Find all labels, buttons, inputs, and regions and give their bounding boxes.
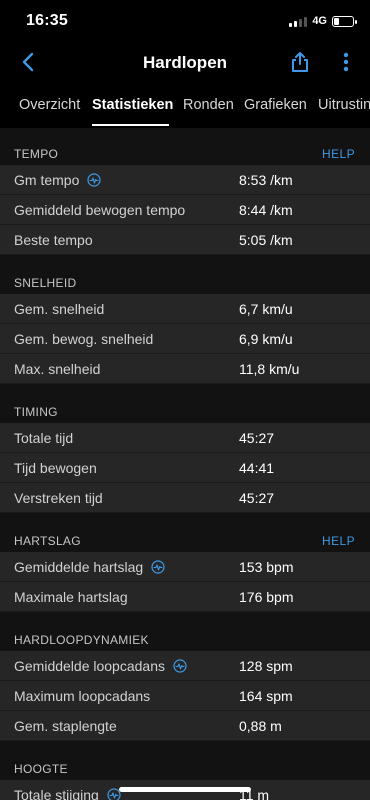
page-title: Hardlopen xyxy=(142,53,228,72)
stat-label: Maximale hartslag xyxy=(14,589,128,605)
stat-label: Max. snelheid xyxy=(14,361,101,377)
stat-row: Maximum loopcadans 164 spm xyxy=(0,681,370,711)
stat-label: Gemiddeld bewogen tempo xyxy=(14,202,186,218)
stat-label: Gm tempo xyxy=(14,172,80,188)
stat-label: Gemiddelde hartslag xyxy=(14,559,144,575)
status-indicators: 4G xyxy=(289,15,357,27)
stat-value: 0,88 m xyxy=(239,718,282,734)
stat-label: Verstreken tijd xyxy=(14,490,103,506)
stat-value: 5:05 /km xyxy=(239,232,293,248)
stat-label-wrap: Totale stijging xyxy=(14,787,121,800)
share-icon xyxy=(292,52,308,72)
stat-value: 128 spm xyxy=(239,658,293,674)
status-time: 16:35 xyxy=(26,12,68,29)
stat-label-wrap: Max. snelheid xyxy=(14,361,100,377)
stat-label-wrap: Gem. staplengte xyxy=(14,718,117,734)
nav-bar: Hardlopen xyxy=(0,44,370,84)
section-header: HARTSLAG HELP xyxy=(0,515,370,552)
tab-grafieken[interactable]: Grafieken xyxy=(244,97,307,113)
stat-value: 45:27 xyxy=(239,430,275,446)
stat-row: Gem. snelheid 6,7 km/u xyxy=(0,294,370,324)
section-title: HARDLOOPDYNAMIEK xyxy=(14,633,149,647)
stat-value: 153 bpm xyxy=(239,559,294,575)
section-title: TIMING xyxy=(14,405,58,419)
stat-row: Max. snelheid 11,8 km/u xyxy=(0,354,370,384)
stat-value: 164 spm xyxy=(239,688,293,704)
tab-bar: Overzicht Statistieken Ronden Grafieken … xyxy=(0,86,370,128)
stat-label-wrap: Beste tempo xyxy=(14,232,93,248)
stat-label-wrap: Maximale hartslag xyxy=(14,589,128,605)
stat-value: 11,8 km/u xyxy=(239,361,300,377)
active-tab-indicator xyxy=(92,124,169,126)
stat-value: 8:53 /km xyxy=(239,172,293,188)
stat-row: Gemiddelde loopcadans 128 spm xyxy=(0,651,370,681)
stat-row: Gm tempo 8:53 /km xyxy=(0,165,370,195)
section-title: SNELHEID xyxy=(14,276,77,290)
more-vertical-icon xyxy=(343,52,349,72)
tab-overzicht[interactable]: Overzicht xyxy=(19,97,80,113)
share-button[interactable] xyxy=(288,50,312,74)
stat-label-wrap: Maximum loopcadans xyxy=(14,688,150,704)
section-header: TEMPO HELP xyxy=(0,128,370,165)
help-link[interactable]: HELP xyxy=(322,534,355,548)
network-type: 4G xyxy=(312,15,327,27)
tab-ronden[interactable]: Ronden xyxy=(183,97,234,113)
stat-label: Gemiddelde loopcadans xyxy=(14,658,165,674)
stat-value: 6,7 km/u xyxy=(239,301,293,317)
stat-label: Gem. staplengte xyxy=(14,718,117,734)
stat-label: Totale stijging xyxy=(14,787,99,800)
stat-label-wrap: Gemiddelde hartslag xyxy=(14,559,165,575)
stat-label: Gem. snelheid xyxy=(14,301,105,317)
stat-row: Gemiddelde hartslag 153 bpm xyxy=(0,552,370,582)
stat-label-wrap: Gemiddelde loopcadans xyxy=(14,658,187,674)
battery-icon xyxy=(332,15,357,27)
stat-value: 176 bpm xyxy=(239,589,294,605)
stat-value: 6,9 km/u xyxy=(239,331,293,347)
status-bar: 16:35 4G xyxy=(0,0,370,44)
stat-row: Maximale hartslag 176 bpm xyxy=(0,582,370,612)
stat-label-wrap: Tijd bewogen xyxy=(14,460,97,476)
section-title: TEMPO xyxy=(14,147,59,161)
statistics-list: TEMPO HELP Gm tempo 8:53 /km Gemiddeld bewog… xyxy=(0,128,370,800)
stat-value: 45:27 xyxy=(239,490,275,506)
stat-value: 44:41 xyxy=(239,460,275,476)
home-indicator xyxy=(119,787,251,792)
help-link[interactable]: HELP xyxy=(322,147,355,161)
pulse-info-icon[interactable] xyxy=(87,173,101,187)
stat-row: Beste tempo 5:05 /km xyxy=(0,225,370,255)
stat-label-wrap: Gem. snelheid xyxy=(14,301,104,317)
stat-row: Gemiddeld bewogen tempo 8:44 /km xyxy=(0,195,370,225)
signal-icon xyxy=(289,16,308,27)
tab-statistieken[interactable]: Statistieken xyxy=(92,97,173,113)
section-header: HOOGTE xyxy=(0,743,370,780)
stat-label-wrap: Verstreken tijd xyxy=(14,490,103,506)
more-options-button[interactable] xyxy=(340,50,352,74)
stat-label: Totale tijd xyxy=(14,430,74,446)
stat-value: 8:44 /km xyxy=(239,202,293,218)
section-header: SNELHEID xyxy=(0,257,370,294)
section-header: TIMING xyxy=(0,386,370,423)
stat-row: Verstreken tijd 45:27 xyxy=(0,483,370,513)
stat-label: Tijd bewogen xyxy=(14,460,97,476)
stat-label-wrap: Gem. bewog. snelheid xyxy=(14,331,153,347)
pulse-info-icon[interactable] xyxy=(173,659,187,673)
pulse-info-icon[interactable] xyxy=(151,560,165,574)
stat-label: Gem. bewog. snelheid xyxy=(14,331,154,347)
stat-label-wrap: Totale tijd xyxy=(14,430,73,446)
tab-uitrusting[interactable]: Uitrusting xyxy=(318,97,370,113)
stat-label-wrap: Gm tempo xyxy=(14,172,101,188)
section-title: HARTSLAG xyxy=(14,534,81,548)
stat-row: Totale tijd 45:27 xyxy=(0,423,370,453)
stat-row: Gem. bewog. snelheid 6,9 km/u xyxy=(0,324,370,354)
stat-label: Beste tempo xyxy=(14,232,93,248)
stat-label: Maximum loopcadans xyxy=(14,688,151,704)
stat-row: Tijd bewogen 44:41 xyxy=(0,453,370,483)
stat-row: Gem. staplengte 0,88 m xyxy=(0,711,370,741)
section-header: HARDLOOPDYNAMIEK xyxy=(0,614,370,651)
section-title: HOOGTE xyxy=(14,762,68,776)
stat-label-wrap: Gemiddeld bewogen tempo xyxy=(14,202,185,218)
